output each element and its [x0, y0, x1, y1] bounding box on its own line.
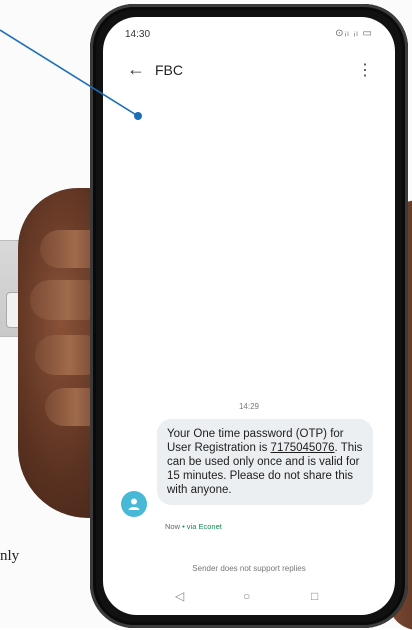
- pointer-line: [0, 29, 139, 117]
- pointer-dot: [134, 112, 142, 120]
- annotation-pointer: [0, 29, 142, 120]
